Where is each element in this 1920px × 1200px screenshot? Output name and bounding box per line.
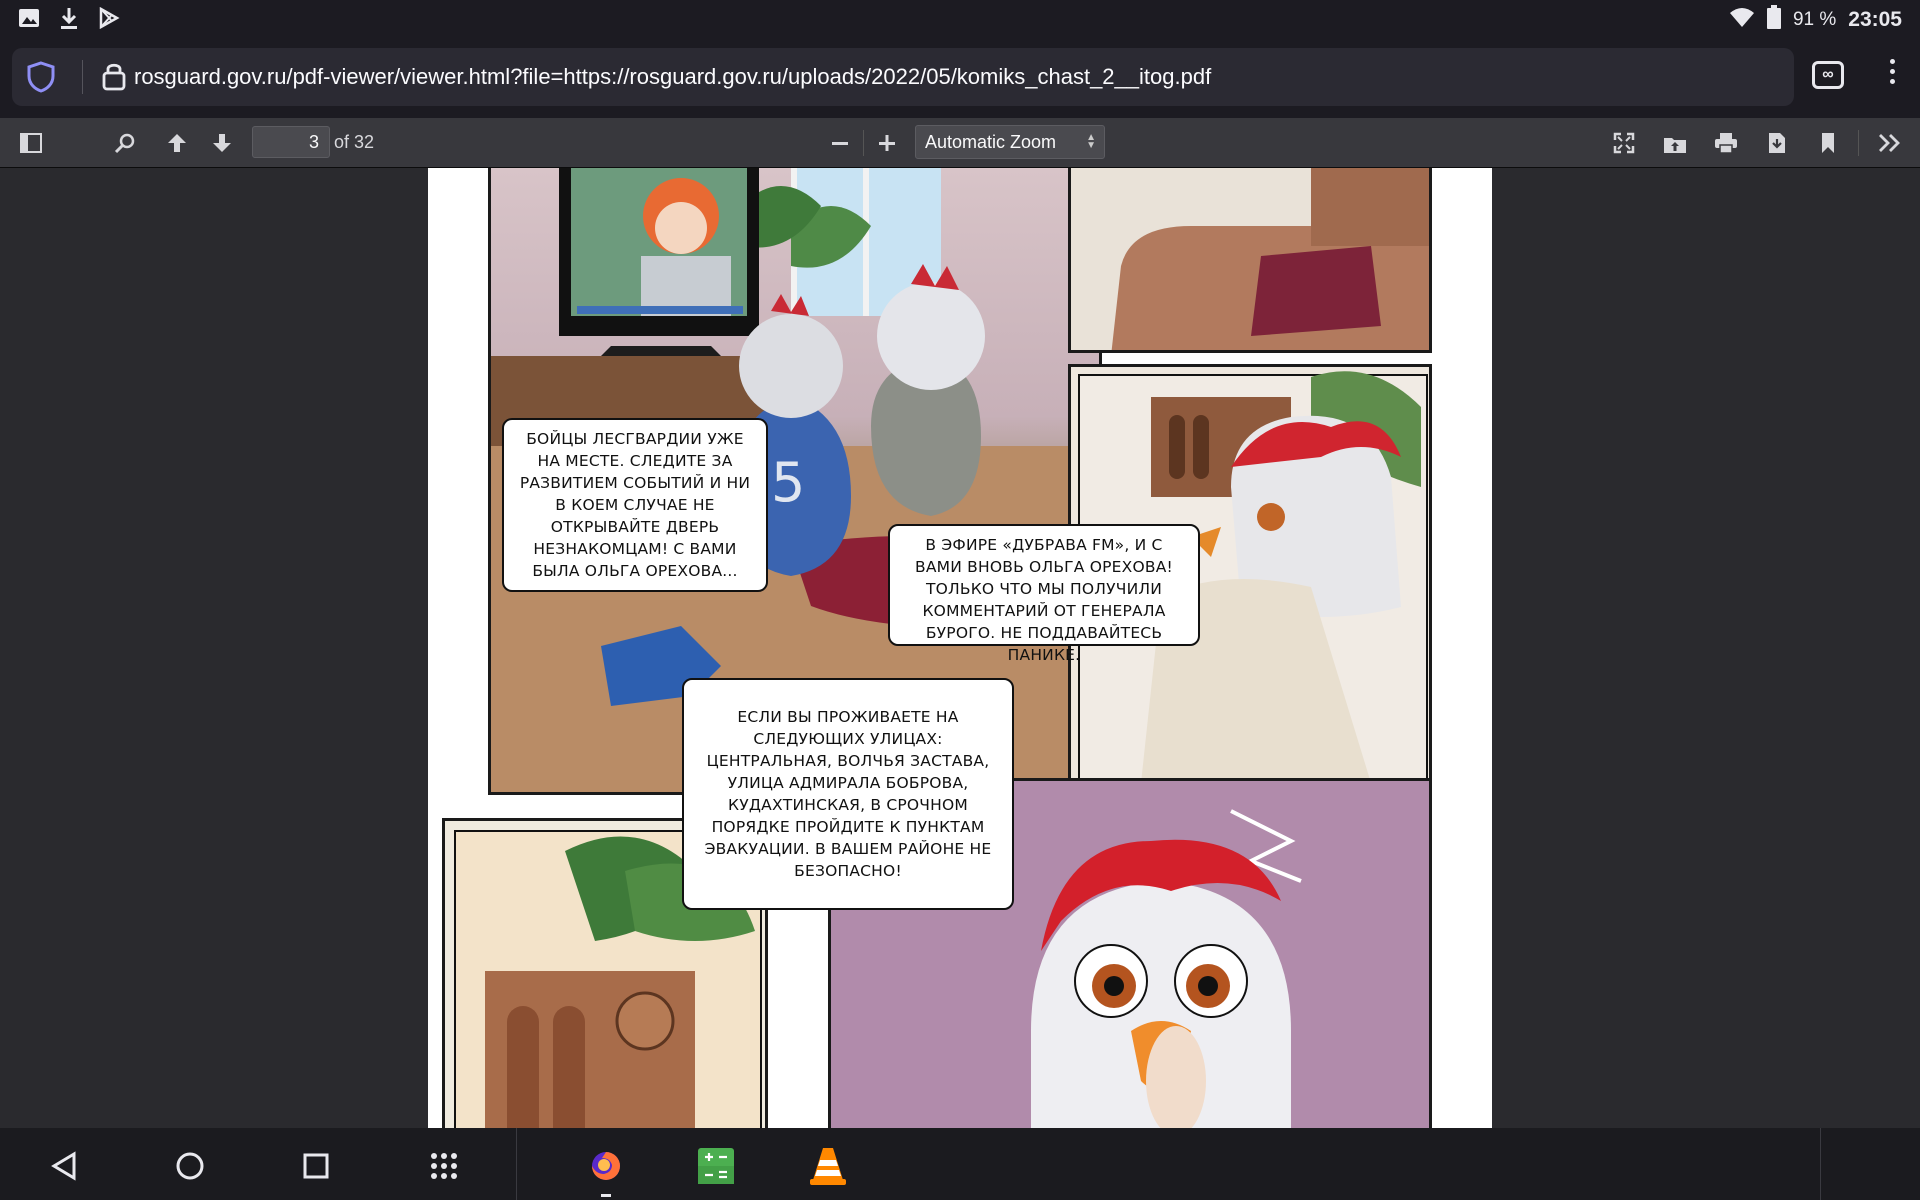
jersey-number: 5 bbox=[771, 451, 805, 514]
address-separator bbox=[82, 60, 83, 94]
tab-counter-button[interactable]: ∞ bbox=[1812, 61, 1844, 89]
previous-page-icon[interactable] bbox=[162, 128, 192, 158]
vlc-icon[interactable] bbox=[806, 1144, 850, 1188]
print-icon[interactable] bbox=[1711, 128, 1741, 158]
firefox-icon[interactable] bbox=[584, 1144, 628, 1188]
speech-bubble-tv: Бойцы Лесгвардии уже на месте. Следите з… bbox=[502, 418, 768, 592]
home-icon[interactable] bbox=[168, 1144, 212, 1188]
zoom-separator bbox=[863, 130, 864, 156]
calculator-icon[interactable] bbox=[694, 1144, 738, 1188]
taskbar-divider-right bbox=[1820, 1128, 1821, 1200]
bookmark-icon[interactable] bbox=[1813, 128, 1843, 158]
tools-menu-icon[interactable] bbox=[1875, 128, 1905, 158]
next-page-icon[interactable] bbox=[207, 128, 237, 158]
page-count: of 32 bbox=[334, 132, 375, 152]
battery-percent: 91 % bbox=[1792, 9, 1837, 30]
navigation-bar bbox=[0, 1128, 1920, 1200]
speech-bubble-evacuation: Если вы проживаете на следующих улицах: … bbox=[682, 678, 1014, 910]
play-store-icon bbox=[98, 6, 120, 34]
zoom-in-icon[interactable] bbox=[872, 128, 902, 158]
select-caret-icon: ▲ ▼ bbox=[1086, 132, 1096, 151]
url-text[interactable]: rosguard.gov.ru/pdf-viewer/viewer.html?f… bbox=[134, 64, 1211, 90]
pdf-toolbar: 3 of 32 Automatic Zoom ▲ ▼ bbox=[0, 118, 1920, 168]
taskbar-divider bbox=[516, 1128, 517, 1200]
active-app-indicator bbox=[601, 1194, 611, 1197]
zoom-out-icon[interactable] bbox=[825, 128, 855, 158]
app-drawer-icon[interactable] bbox=[422, 1144, 466, 1188]
screen: 91 % 23:05 rosguard.gov.ru/pdf-viewer/vi… bbox=[0, 0, 1920, 1200]
pdf-viewer[interactable]: 5 БОЙЦЫ ЛЕСГВАРДИИ УЖЕ НА МЕСТЕ. СЛЕДИТЕ… bbox=[0, 168, 1920, 1128]
presentation-mode-icon[interactable] bbox=[1609, 128, 1639, 158]
address-bar[interactable]: rosguard.gov.ru/pdf-viewer/viewer.html?f… bbox=[12, 48, 1794, 106]
browser-menu-button[interactable] bbox=[1880, 54, 1904, 98]
browser-toolbar: rosguard.gov.ru/pdf-viewer/viewer.html?f… bbox=[0, 38, 1920, 118]
gallery-icon bbox=[18, 7, 40, 34]
zoom-select[interactable]: Automatic Zoom ▲ ▼ bbox=[915, 125, 1105, 159]
speech-bubble-radio: В эфире «Дубрава FM», и с вами вновь Оль… bbox=[888, 524, 1200, 664]
comic-panel-sofa bbox=[1068, 168, 1432, 353]
recents-icon[interactable] bbox=[294, 1144, 338, 1188]
clock: 23:05 bbox=[1848, 8, 1902, 31]
battery-icon bbox=[1766, 5, 1781, 35]
tracking-protection-shield-icon[interactable] bbox=[26, 61, 56, 98]
download-icon bbox=[58, 6, 80, 35]
find-icon[interactable] bbox=[110, 128, 140, 158]
wifi-icon bbox=[1729, 6, 1755, 34]
download-pdf-icon[interactable] bbox=[1762, 128, 1792, 158]
page-number-input[interactable]: 3 bbox=[252, 126, 330, 158]
lock-icon[interactable] bbox=[102, 60, 126, 97]
sidebar-toggle-icon[interactable] bbox=[16, 128, 46, 158]
zoom-value: Automatic Zoom bbox=[925, 132, 1057, 152]
status-bar: 91 % 23:05 bbox=[0, 0, 1920, 38]
comic-art-sofa bbox=[1071, 168, 1429, 350]
back-icon[interactable] bbox=[42, 1144, 86, 1188]
toolbar-separator bbox=[1858, 130, 1859, 156]
open-file-icon[interactable] bbox=[1660, 128, 1690, 158]
pdf-page: 5 БОЙЦЫ ЛЕСГВАРДИИ УЖЕ НА МЕСТЕ. СЛЕДИТЕ… bbox=[428, 168, 1492, 1128]
